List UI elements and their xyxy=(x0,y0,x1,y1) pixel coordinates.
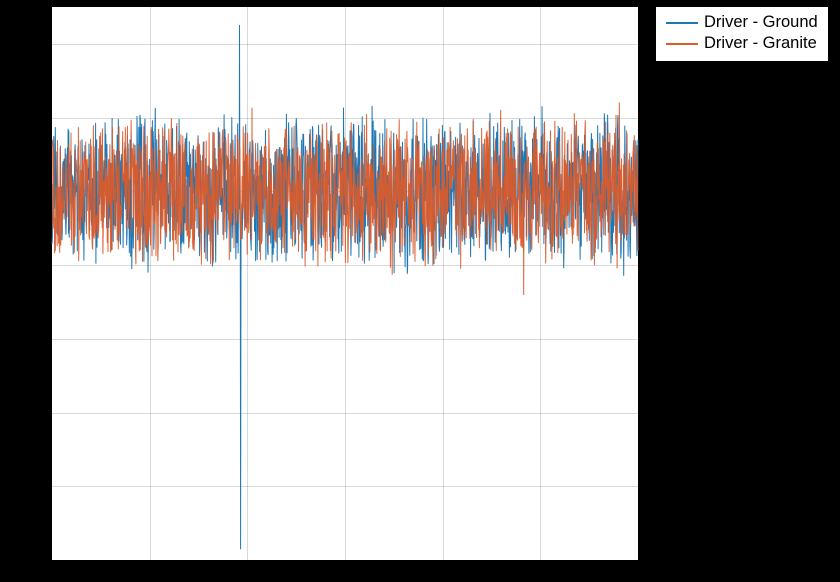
legend: Driver - Ground Driver - Granite xyxy=(655,6,829,62)
figure: Driver - Ground Driver - Granite xyxy=(0,0,840,582)
plot-area xyxy=(51,6,639,561)
legend-label: Driver - Ground xyxy=(704,12,818,33)
legend-label: Driver - Granite xyxy=(704,33,817,54)
legend-entry-ground: Driver - Ground xyxy=(666,12,818,33)
series-svg xyxy=(52,7,638,560)
legend-swatch-granite xyxy=(666,43,698,45)
legend-entry-granite: Driver - Granite xyxy=(666,33,818,54)
series-line-ground xyxy=(52,25,638,549)
legend-swatch-ground xyxy=(666,22,698,24)
